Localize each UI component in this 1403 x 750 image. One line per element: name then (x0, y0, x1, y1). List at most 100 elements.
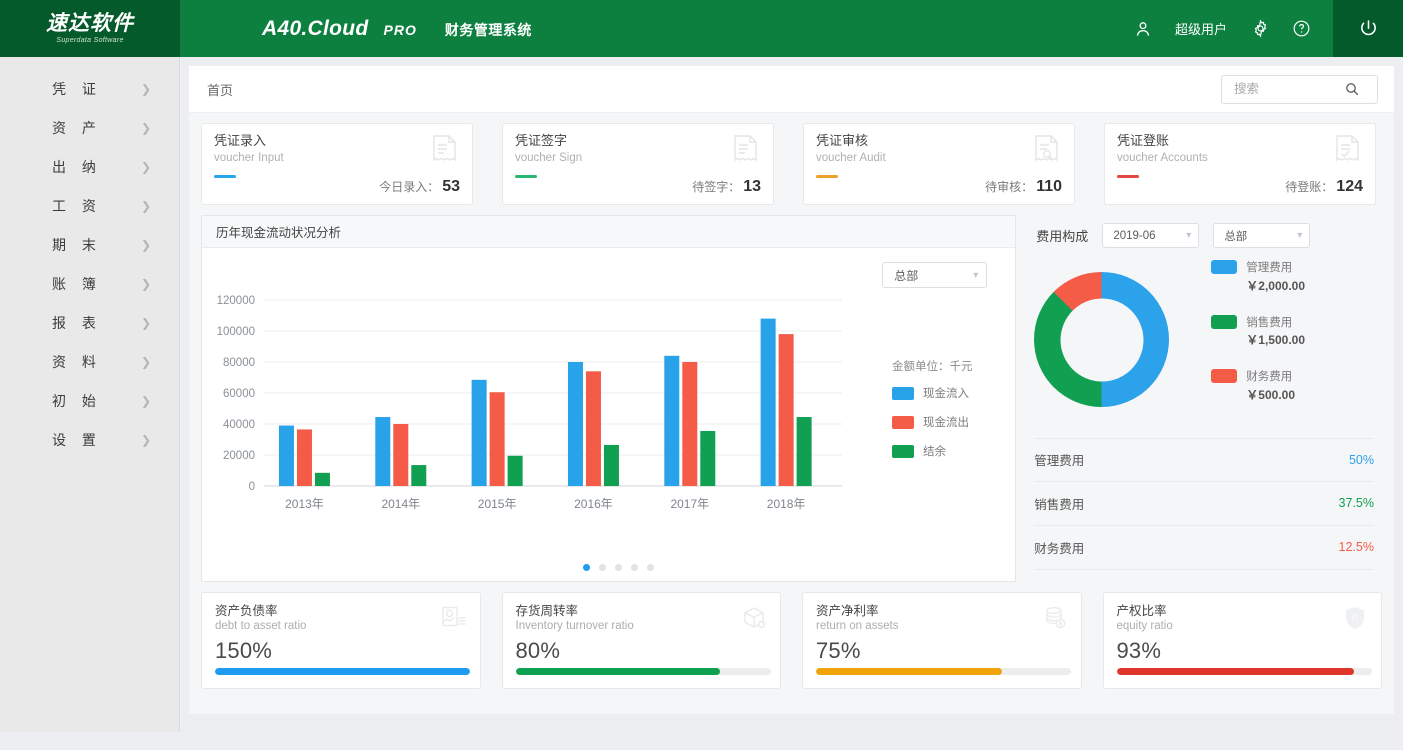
chart-org-select-value: 总部 (894, 267, 918, 284)
legend-swatch (892, 387, 914, 400)
header-right-controls: 超级用户 (1133, 0, 1403, 57)
legend-swatch (892, 416, 914, 429)
ratio-subtitle: return on assets (816, 620, 1068, 632)
user-name-label-wrap[interactable]: 超级用户 (1175, 19, 1229, 38)
logout-button[interactable] (1333, 0, 1403, 57)
kpi-metric-label: 待审核： (985, 178, 1033, 195)
kpi-card-voucher-sign[interactable]: 凭证签字 voucher Sign 待签字： 13 (502, 123, 774, 205)
settings-button[interactable] (1251, 19, 1270, 38)
svg-text:20000: 20000 (223, 450, 255, 462)
chevron-right-icon: ❯ (141, 161, 151, 173)
kpi-subtitle: voucher Audit (816, 152, 1062, 164)
search-icon[interactable] (1344, 81, 1360, 97)
box-icon (741, 605, 767, 636)
ratio-card-inventory-turnover[interactable]: 存货周转率 Inventory turnover ratio 80% (502, 592, 782, 689)
svg-text:40000: 40000 (223, 419, 255, 431)
carousel-dots (202, 564, 1034, 571)
chevron-right-icon: ❯ (141, 239, 151, 251)
kpi-card-voucher-input[interactable]: 凭证录入 voucher Input 今日录入： 53 (201, 123, 473, 205)
sidebar-item-gongzi[interactable]: 工 资 ❯ (0, 186, 179, 225)
chart-body: 总部 ▾ 02000040000600008000010000012000020… (202, 248, 1015, 581)
user-name-label: 超级用户 (1175, 19, 1227, 38)
kpi-metric-label: 待登账： (1285, 178, 1333, 195)
expense-org-select[interactable]: 总部 ▾ (1213, 223, 1310, 248)
ratio-card-equity-ratio[interactable]: 产权比率 equity ratio 93% R (1103, 592, 1383, 689)
carousel-dot[interactable] (599, 564, 606, 571)
kpi-metric-value: 110 (1036, 178, 1062, 196)
sidebar-item-shezhi[interactable]: 设 置 ❯ (0, 420, 179, 459)
sidebar-item-label: 设 置 (52, 430, 102, 450)
kpi-metric: 待登账： 124 (1285, 178, 1363, 196)
legend-item-balance[interactable]: 结余 (892, 443, 1022, 459)
kpi-card-voucher-accounts[interactable]: 凭证登账 voucher Accounts 待登账： (1104, 123, 1376, 205)
kpi-card-voucher-audit[interactable]: 凭证审核 voucher Audit 待审核： 110 (803, 123, 1075, 205)
legend-swatch (1211, 260, 1237, 274)
report-chart-icon (441, 605, 467, 636)
help-button[interactable] (1292, 19, 1311, 38)
breadcrumb[interactable]: 首页 (207, 80, 233, 99)
gear-icon (1251, 19, 1270, 38)
donut-legend-item-sales: 销售费用 ￥1,500.00 (1211, 313, 1305, 350)
search-input[interactable] (1234, 82, 1344, 96)
ratio-card-debt-to-asset[interactable]: 资产负债率 debt to asset ratio 150% (201, 592, 481, 689)
expense-percent-row-sales: 销售费用 37.5% (1034, 482, 1374, 526)
svg-text:60000: 60000 (223, 388, 255, 400)
carousel-dot[interactable] (647, 564, 654, 571)
kpi-title: 凭证签字 (515, 134, 761, 149)
chart-unit-note: 金额单位：千元 (892, 358, 1022, 374)
chevron-right-icon: ❯ (141, 278, 151, 290)
donut-legend-name: 销售费用 (1246, 317, 1292, 329)
expense-row-label: 管理费用 (1034, 450, 1084, 469)
sidebar-item-zichan[interactable]: 资 产 ❯ (0, 108, 179, 147)
expense-percent-list: 管理费用 50% 销售费用 37.5% 财务费用 12.5% (1026, 438, 1382, 570)
ratio-progress-track (816, 668, 1071, 675)
user-icon-wrap[interactable] (1133, 19, 1153, 39)
expense-org-value: 总部 (1224, 228, 1247, 244)
shield-icon: R (1342, 605, 1368, 636)
sidebar-item-zhangbu[interactable]: 账 簿 ❯ (0, 264, 179, 303)
ratio-title: 产权比率 (1117, 604, 1369, 618)
search-box[interactable] (1221, 75, 1378, 104)
system-name: 财务管理系统 (445, 20, 532, 40)
sidebar-item-chuna[interactable]: 出 纳 ❯ (0, 147, 179, 186)
legend-item-inflow[interactable]: 现金流入 (892, 385, 1022, 401)
product-edition: PRO (384, 22, 417, 38)
expense-composition-panel: 费用构成 2019-06 ▾ 总部 ▾ (1026, 215, 1382, 582)
sidebar-item-pingzheng[interactable]: 凭 证 ❯ (0, 69, 179, 108)
sidebar-item-baobiao[interactable]: 报 表 ❯ (0, 303, 179, 342)
donut-area: 管理费用 ￥2,000.00 销售费用 ￥1,500.00 (1026, 258, 1382, 422)
donut-legend-name: 财务费用 (1246, 371, 1292, 383)
ratio-title: 存货周转率 (516, 604, 768, 618)
svg-text:2015年: 2015年 (478, 497, 517, 511)
ratio-value: 93% (1117, 638, 1369, 664)
ratio-value: 80% (516, 638, 768, 664)
carousel-dot[interactable] (583, 564, 590, 571)
power-icon (1358, 18, 1379, 39)
expense-row-label: 销售费用 (1034, 494, 1084, 513)
coins-icon (1042, 605, 1068, 636)
carousel-dot[interactable] (615, 564, 622, 571)
legend-item-outflow[interactable]: 现金流出 (892, 414, 1022, 430)
carousel-dot[interactable] (631, 564, 638, 571)
sidebar-item-ziliao[interactable]: 资 料 ❯ (0, 342, 179, 381)
sidebar-nav: 凭 证 ❯ 资 产 ❯ 出 纳 ❯ 工 资 ❯ 期 末 ❯ 账 簿 ❯ 报 表 … (0, 57, 180, 732)
ratio-card-return-on-assets[interactable]: 资产净利率 return on assets 75% (802, 592, 1082, 689)
kpi-metric-value: 13 (743, 178, 761, 196)
chart-org-select[interactable]: 总部 ▾ (882, 262, 987, 288)
ratio-subtitle: equity ratio (1117, 620, 1369, 632)
kpi-card-row: 凭证录入 voucher Input 今日录入： 53 (201, 123, 1382, 205)
chart-title: 历年现金流动状况分析 (216, 222, 341, 241)
main-content: 首页 凭证录入 voucher Input (180, 57, 1403, 750)
svg-text:80000: 80000 (223, 357, 255, 369)
kpi-accent-dash (1117, 175, 1139, 178)
expense-percent-row-admin: 管理费用 50% (1034, 438, 1374, 482)
expense-period-select[interactable]: 2019-06 ▾ (1102, 223, 1199, 248)
app-logo[interactable]: 速达软件 Superdata Software (0, 0, 180, 57)
svg-text:100000: 100000 (217, 326, 255, 338)
expense-donut-chart[interactable] (1034, 272, 1169, 407)
sidebar-item-qimo[interactable]: 期 末 ❯ (0, 225, 179, 264)
donut-legend: 管理费用 ￥2,000.00 销售费用 ￥1,500.00 (1211, 258, 1305, 422)
voucher-audit-icon (1032, 134, 1062, 171)
sidebar-item-chushi[interactable]: 初 始 ❯ (0, 381, 179, 420)
dashboard-body: 凭证录入 voucher Input 今日录入： 53 (189, 113, 1394, 689)
